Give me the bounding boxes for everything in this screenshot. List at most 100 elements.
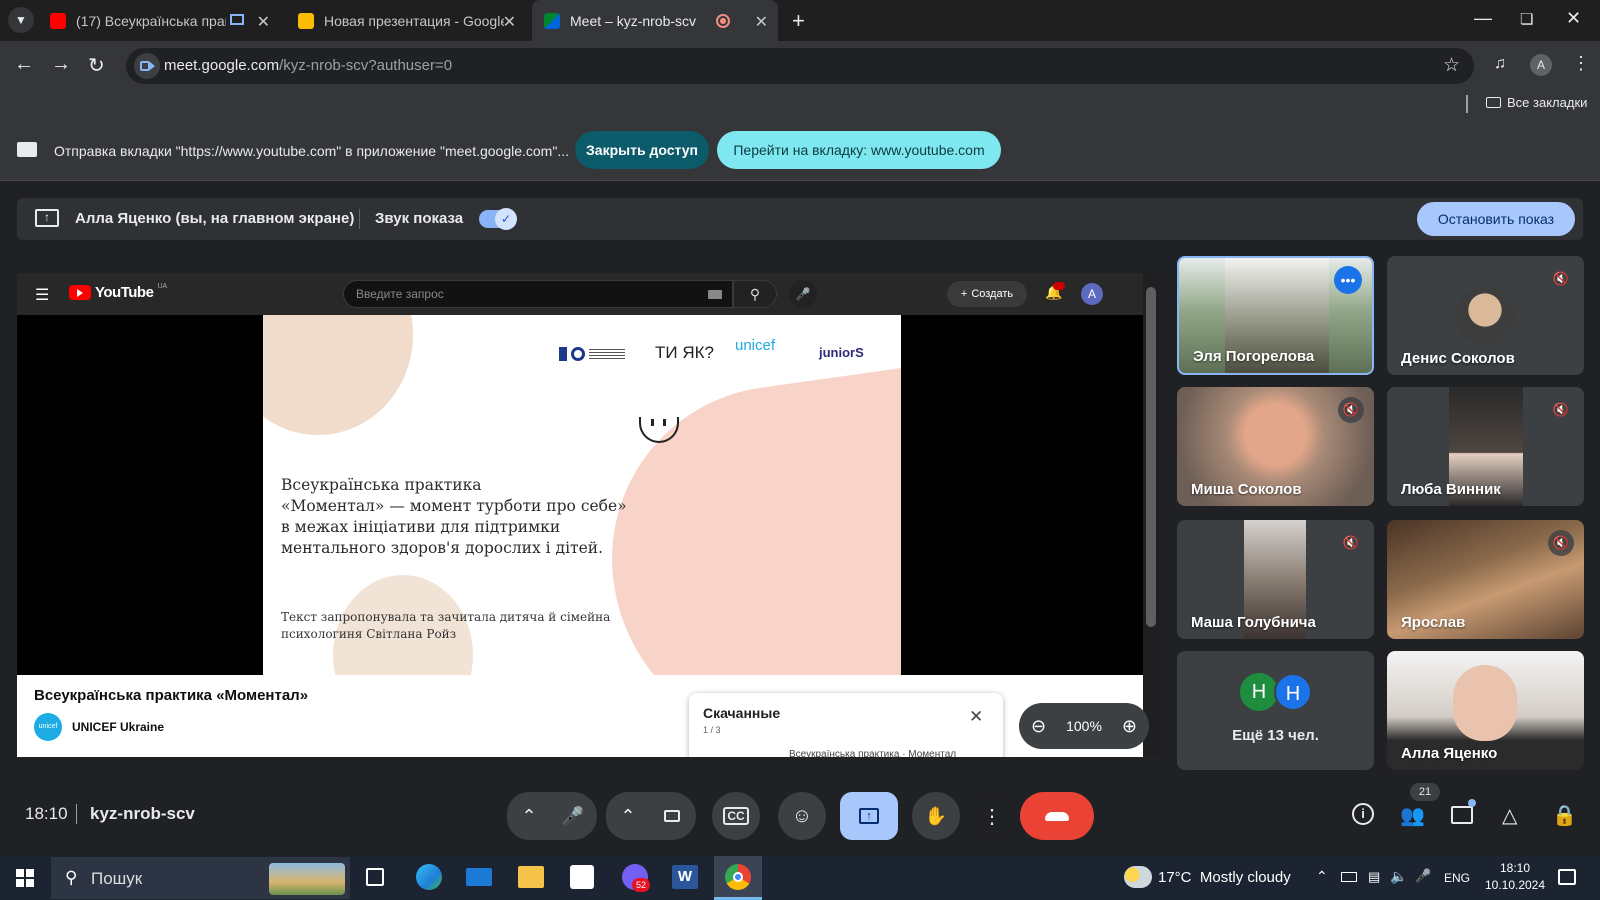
participant-tile[interactable]: 🔇 Миша Соколов xyxy=(1177,387,1374,506)
heading-line: в межах ініціативи для підтримки xyxy=(281,518,561,536)
chevron-up-icon[interactable]: ⌃ xyxy=(1316,868,1328,885)
restore-icon[interactable]: ❏ xyxy=(1520,10,1533,28)
participant-tile[interactable]: 🔇 Денис Соколов xyxy=(1387,256,1584,375)
zoom-in-icon[interactable]: ⊕ xyxy=(1122,716,1137,737)
volume-icon[interactable]: 🔈 xyxy=(1390,868,1407,885)
reload-icon[interactable]: ↻ xyxy=(88,53,105,78)
presentation-sound-label: Звук показа xyxy=(375,210,464,227)
host-controls-icon[interactable]: 🔒 xyxy=(1552,803,1577,828)
store-icon[interactable] xyxy=(570,865,594,889)
taskbar-search[interactable]: ⚲ Пошук xyxy=(51,857,350,899)
meeting-details-icon[interactable]: i xyxy=(1352,803,1374,825)
hamburger-menu-icon[interactable]: ☰ xyxy=(35,285,49,305)
back-arrow-icon[interactable]: ← xyxy=(14,53,34,76)
presentation-sound-toggle[interactable]: ✓ xyxy=(479,208,517,230)
zoom-out-icon[interactable]: ⊖ xyxy=(1031,716,1046,737)
chrome-taskbar-button[interactable] xyxy=(714,856,762,900)
mail-icon[interactable] xyxy=(466,868,492,886)
new-tab-button[interactable]: + xyxy=(792,8,805,34)
minimize-icon[interactable]: — xyxy=(1474,8,1492,29)
voice-search-icon[interactable]: 🎤 xyxy=(789,280,817,308)
people-icon[interactable]: 👥 xyxy=(1400,803,1425,828)
reactions-button[interactable]: ☺ xyxy=(778,792,826,840)
more-options-icon[interactable]: ••• xyxy=(1334,266,1362,294)
presenter-label: Алла Яценко (вы, на главном экране) xyxy=(75,210,355,227)
close-icon[interactable]: ✕ xyxy=(969,707,983,727)
slide-credit: Текст запропонувала та зачитала дитяча й… xyxy=(281,609,610,643)
site-info-icon[interactable] xyxy=(134,53,160,79)
heading-line: ментального здоров'я дорослих і дітей. xyxy=(281,539,604,557)
more-participants-label: Ещё 13 чел. xyxy=(1232,727,1319,744)
address-bar[interactable]: meet.google.com/kyz-nrob-scv?authuser=0 … xyxy=(126,48,1474,84)
leave-call-button[interactable] xyxy=(1020,792,1094,840)
captions-button[interactable]: CC xyxy=(712,792,760,840)
close-icon[interactable]: ✕ xyxy=(755,12,768,32)
file-explorer-icon[interactable] xyxy=(518,866,544,888)
participant-tile[interactable]: ••• Эля Погорелова xyxy=(1177,256,1374,375)
close-icon[interactable]: ✕ xyxy=(503,12,516,32)
more-options-button[interactable]: ⋮ xyxy=(968,792,1016,840)
activities-icon[interactable]: △ xyxy=(1502,803,1517,828)
participant-tile[interactable]: 🔇 Люба Винник xyxy=(1387,387,1584,506)
raise-hand-button[interactable]: ✋ xyxy=(912,792,960,840)
tab-youtube[interactable]: (17) Всеукраїнська практи ✕ xyxy=(44,0,280,41)
video-title[interactable]: Всеукраїнська практика «Моментал» xyxy=(34,687,308,704)
browser-menu-icon[interactable]: ⋮ xyxy=(1572,53,1590,74)
channel-avatar[interactable]: unicef xyxy=(34,713,62,741)
edge-icon[interactable] xyxy=(416,864,442,890)
close-window-icon[interactable]: ✕ xyxy=(1566,8,1581,29)
youtube-avatar[interactable]: A xyxy=(1081,283,1103,305)
create-button[interactable]: + Создать xyxy=(947,281,1027,307)
people-count-badge: 21 xyxy=(1410,783,1440,801)
stop-presenting-button[interactable]: Остановить показ xyxy=(1417,202,1575,236)
video-player[interactable]: ТИ ЯК? unicef juniorS Всеукраїнська прак… xyxy=(17,315,1143,675)
language-indicator[interactable]: ENG xyxy=(1444,871,1470,885)
network-icon[interactable]: ▤ xyxy=(1368,869,1380,885)
forward-arrow-icon[interactable]: → xyxy=(51,53,71,76)
viber-badge: 52 xyxy=(632,878,650,892)
youtube-search-button[interactable]: ⚲ xyxy=(733,280,777,308)
all-bookmarks-button[interactable]: Все закладки xyxy=(1486,95,1587,110)
clock[interactable]: 18:10 10.10.2024 xyxy=(1480,860,1550,894)
goto-tab-button[interactable]: Перейти на вкладку: www.youtube.com xyxy=(717,131,1001,169)
participant-tile[interactable]: 🔇 Маша Голубнича xyxy=(1177,520,1374,639)
youtube-search-input[interactable]: Введите запрос xyxy=(343,280,733,308)
media-controls-icon[interactable]: ♫ xyxy=(1494,55,1506,73)
video-slide-frame: ТИ ЯК? unicef juniorS Всеукраїнська прак… xyxy=(263,315,901,675)
weather-icon[interactable] xyxy=(1124,866,1152,888)
downloads-title: Скачанные xyxy=(703,705,781,721)
profile-avatar[interactable]: A xyxy=(1530,54,1552,76)
close-icon[interactable]: ✕ xyxy=(257,12,270,32)
more-vert-icon: ⋮ xyxy=(982,805,1002,828)
url-text: meet.google.com/kyz-nrob-scv?authuser=0 xyxy=(164,57,452,74)
page-scrollbar[interactable] xyxy=(1143,273,1159,757)
slide-heading: Всеукраїнська практика «Моментал» — моме… xyxy=(281,475,627,559)
present-screen-button[interactable]: ↑ xyxy=(840,792,898,840)
downloads-item[interactable]: Всеукраїнська практика · Моментал xyxy=(789,749,956,757)
word-icon[interactable]: W xyxy=(672,865,698,889)
tab-search-button[interactable]: ▼ xyxy=(8,7,34,33)
camera-button[interactable] xyxy=(648,792,696,840)
tab-meet[interactable]: Meet – kyz-nrob-scv ✕ xyxy=(532,0,778,41)
presenting-bar: ↑ Алла Яценко (вы, на главном экране) Зв… xyxy=(17,198,1583,240)
divider xyxy=(1466,95,1468,113)
channel-name[interactable]: UNICEF Ukraine xyxy=(72,720,164,734)
mic-off-icon: 🔇 xyxy=(1548,266,1574,292)
participant-tile[interactable]: 🔇 Ярослав xyxy=(1387,520,1584,639)
chat-icon[interactable] xyxy=(1451,806,1473,824)
tab-slides[interactable]: Новая презентация - Google П ✕ xyxy=(290,0,526,41)
more-participants-tile[interactable]: H H Ещё 13 чел. xyxy=(1177,651,1374,770)
notifications-icon[interactable] xyxy=(1558,869,1576,885)
stop-sharing-button[interactable]: Закрыть доступ xyxy=(575,131,709,169)
captions-icon: CC xyxy=(723,807,749,825)
tab-title: Meet – kyz-nrob-scv xyxy=(570,12,697,29)
mic-button[interactable]: 🎤 xyxy=(549,792,597,840)
weather-text[interactable]: 17°C Mostly cloudy xyxy=(1158,869,1291,886)
youtube-logo[interactable]: YouTube UA xyxy=(69,283,167,301)
audio-options-button[interactable]: ⌃ xyxy=(507,792,551,840)
video-options-button[interactable]: ⌃ xyxy=(606,792,650,840)
windows-start-icon[interactable] xyxy=(16,869,34,887)
participant-tile[interactable]: Алла Яценко xyxy=(1387,651,1584,770)
task-view-icon[interactable] xyxy=(366,868,384,886)
bookmark-star-icon[interactable]: ☆ xyxy=(1443,54,1460,77)
